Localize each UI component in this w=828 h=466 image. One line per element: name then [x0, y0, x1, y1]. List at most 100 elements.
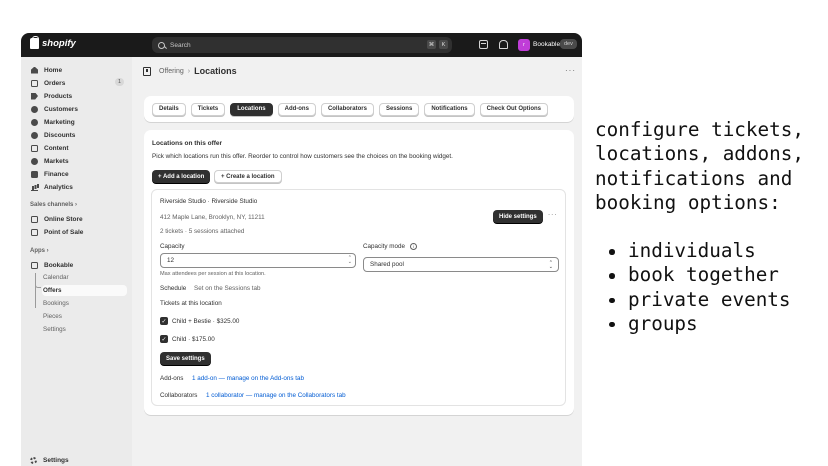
addons-link[interactable]: 1 add-on — manage on the Add-ons tab [192, 375, 304, 382]
store-avatar[interactable]: r [518, 39, 530, 51]
tab-collaborators[interactable]: Collaborators [320, 102, 374, 116]
sidebar-item-content[interactable]: Content [26, 142, 127, 154]
sidebar-item-marketing[interactable]: Marketing [26, 116, 127, 128]
ticket-checkbox[interactable]: ✓ [160, 317, 168, 325]
sidebar-item-label: Point of Sale [44, 228, 84, 236]
hide-settings-button[interactable]: Hide settings [493, 210, 543, 223]
capacity-mode-select[interactable]: Shared pool ⌃ ⌄ [363, 257, 559, 272]
create-location-button[interactable]: + Create a location [214, 170, 282, 183]
breadcrumb: Offering › Locations [143, 66, 237, 76]
submenu-connector [35, 273, 36, 308]
capacity-input[interactable]: 12 ⌃ ⌄ [160, 253, 356, 268]
sidebar-subitem-pieces[interactable]: Pieces [42, 311, 127, 322]
shortcut-k-key: K [439, 40, 448, 49]
search-input[interactable]: Search ⌘ K [152, 37, 452, 53]
addons-label: Add-ons [160, 375, 184, 382]
chevron-right-icon: › [46, 248, 49, 254]
tab-sessions[interactable]: Sessions [378, 102, 420, 116]
sidebar-item-products[interactable]: Products [26, 90, 127, 102]
capacity-label: Capacity [160, 243, 185, 250]
sidebar-item-settings[interactable]: Settings [30, 457, 69, 464]
tab-details[interactable]: Details [152, 102, 186, 116]
ticket-label: Child · $175.00 [172, 336, 215, 343]
tab-tickets[interactable]: Tickets [190, 102, 226, 116]
pos-icon [31, 228, 38, 236]
ticket-checkbox[interactable]: ✓ [160, 335, 168, 343]
tag-icon [31, 92, 38, 100]
capacity-mode-label: Capacity mode i [363, 243, 417, 250]
tab-locations[interactable]: Locations [230, 102, 273, 116]
tab-notifications[interactable]: Notifications [424, 102, 475, 116]
shopify-logo[interactable]: shopify [30, 36, 76, 49]
add-location-button[interactable]: + Add a location [152, 170, 211, 183]
shopify-admin-window: shopify Search ⌘ K r Bookable dev Home O… [21, 33, 582, 466]
collaborators-label: Collaborators [160, 392, 198, 399]
capacity-value: 12 [167, 257, 175, 264]
sidebar-item-bookable-app[interactable]: Bookable [26, 259, 127, 271]
tickets-at-location-label: Tickets at this location [160, 300, 222, 307]
env-badge: dev [560, 39, 577, 49]
list-item: groups [606, 312, 791, 336]
bank-icon [31, 170, 38, 178]
notifications-bell-icon[interactable] [499, 40, 508, 49]
sidebar-item-orders[interactable]: Orders 1 [26, 77, 127, 89]
sidebar-item-analytics[interactable]: Analytics [26, 181, 127, 193]
submenu-connector-elbow [35, 283, 41, 288]
sidebar-item-label: Orders [44, 79, 66, 87]
capacity-mode-label-text: Capacity mode [363, 243, 405, 251]
save-settings-button[interactable]: Save settings [160, 352, 211, 365]
select-chevron-icon: ⌃ ⌄ [548, 260, 553, 270]
sidebar-item-label: Marketing [44, 118, 75, 126]
schedule-label: Schedule [160, 285, 187, 292]
gear-icon [30, 457, 37, 464]
online-store-icon[interactable] [479, 40, 488, 49]
orders-count-badge: 1 [114, 78, 124, 86]
sidebar-subitem-bookings[interactable]: Bookings [42, 298, 127, 309]
tab-add-ons[interactable]: Add-ons [277, 102, 316, 116]
brand-name: shopify [42, 38, 76, 49]
sidebar-item-label: Analytics [44, 183, 73, 191]
capacity-mode-value: Shared pool [370, 261, 404, 268]
locations-description: Pick which locations run this offer. Reo… [152, 153, 453, 160]
page-more-actions-button[interactable]: ··· [565, 66, 576, 75]
store-icon [31, 215, 38, 223]
collaborators-link[interactable]: 1 collaborator — manage on the Collabora… [206, 392, 346, 399]
location-name: Riverside Studio · Riverside Studio [160, 198, 258, 205]
search-placeholder: Search [170, 41, 191, 49]
bar-chart-icon [31, 184, 38, 191]
sidebar-item-label: Home [44, 66, 63, 74]
sidebar-item-label: Content [44, 144, 69, 152]
bookable-app-icon[interactable] [143, 66, 151, 76]
sales-channels-heading[interactable]: Sales channels › [30, 202, 77, 208]
sidebar-item-online-store[interactable]: Online Store [26, 213, 127, 225]
home-icon [31, 66, 38, 74]
shopify-bag-icon [30, 36, 39, 49]
location-more-button[interactable]: ··· [548, 211, 557, 218]
sidebar-item-label: Settings [43, 457, 69, 464]
apps-heading[interactable]: Apps › [30, 248, 49, 254]
section-label: Apps [30, 248, 45, 254]
store-name[interactable]: Bookable [533, 41, 560, 48]
breadcrumb-parent[interactable]: Offering [159, 68, 184, 75]
sidebar-item-point-of-sale[interactable]: Point of Sale [26, 226, 127, 238]
booking-types-list: individuals book together private events… [606, 239, 791, 336]
sidebar-item-customers[interactable]: Customers [26, 103, 127, 115]
sidebar-item-markets[interactable]: Markets [26, 155, 127, 167]
sidebar-item-home[interactable]: Home [26, 64, 127, 76]
sidebar-item-discounts[interactable]: Discounts [26, 129, 127, 141]
sidebar-subitem-calendar[interactable]: Calendar [42, 272, 127, 283]
section-label: Sales channels [30, 202, 74, 208]
sidebar-item-label: Online Store [44, 215, 83, 223]
tab-check-out-options[interactable]: Check Out Options [479, 102, 548, 116]
sidebar-subitem-settings[interactable]: Settings [42, 324, 127, 335]
sidebar-subitem-offers[interactable]: Offers [42, 285, 127, 296]
stepper-icon[interactable]: ⌃ ⌄ [348, 256, 352, 265]
capacity-help-text: Max attendees per session at this locati… [160, 271, 266, 277]
discount-icon [31, 131, 38, 139]
breadcrumb-separator-icon: › [187, 67, 191, 75]
bookable-app-icon [31, 261, 38, 269]
sidebar-item-finance[interactable]: Finance [26, 168, 127, 180]
offer-tabs: Details Tickets Locations Add-ons Collab… [144, 96, 574, 122]
chevron-right-icon: › [75, 202, 78, 208]
info-icon[interactable]: i [410, 243, 417, 250]
